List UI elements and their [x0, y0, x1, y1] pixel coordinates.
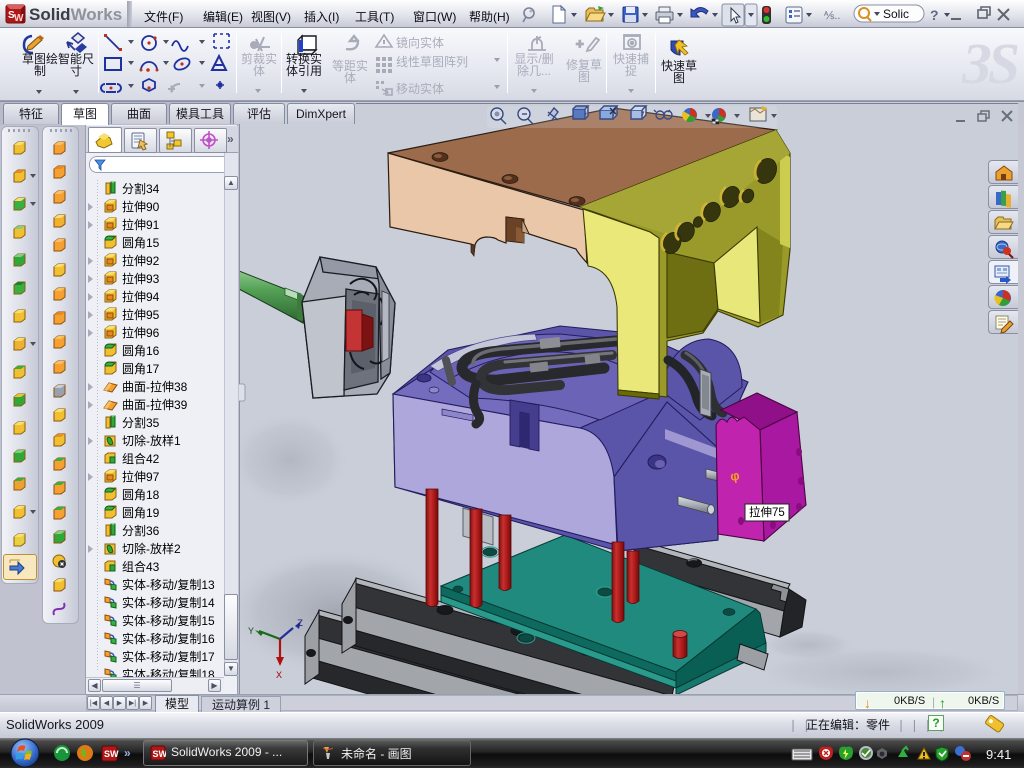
svg-text:⅍..: ⅍.. [823, 10, 840, 22]
svg-text:SolidWorks: SolidWorks [29, 5, 122, 24]
svg-text:SW: SW [104, 749, 119, 759]
svg-text:W: W [14, 13, 24, 24]
svg-text:SW: SW [153, 749, 167, 759]
svg-text:Z: Z [297, 619, 303, 630]
svg-text:»: » [124, 746, 131, 760]
svg-text:9:41: 9:41 [986, 747, 1011, 762]
svg-text:Y: Y [248, 627, 254, 638]
svg-text:?: ? [930, 7, 939, 23]
svg-text:X: X [276, 671, 282, 682]
svg-text:拉伸75: 拉伸75 [749, 504, 785, 520]
svg-text:+: + [576, 36, 584, 51]
svg-text:Solic: Solic [883, 7, 909, 21]
